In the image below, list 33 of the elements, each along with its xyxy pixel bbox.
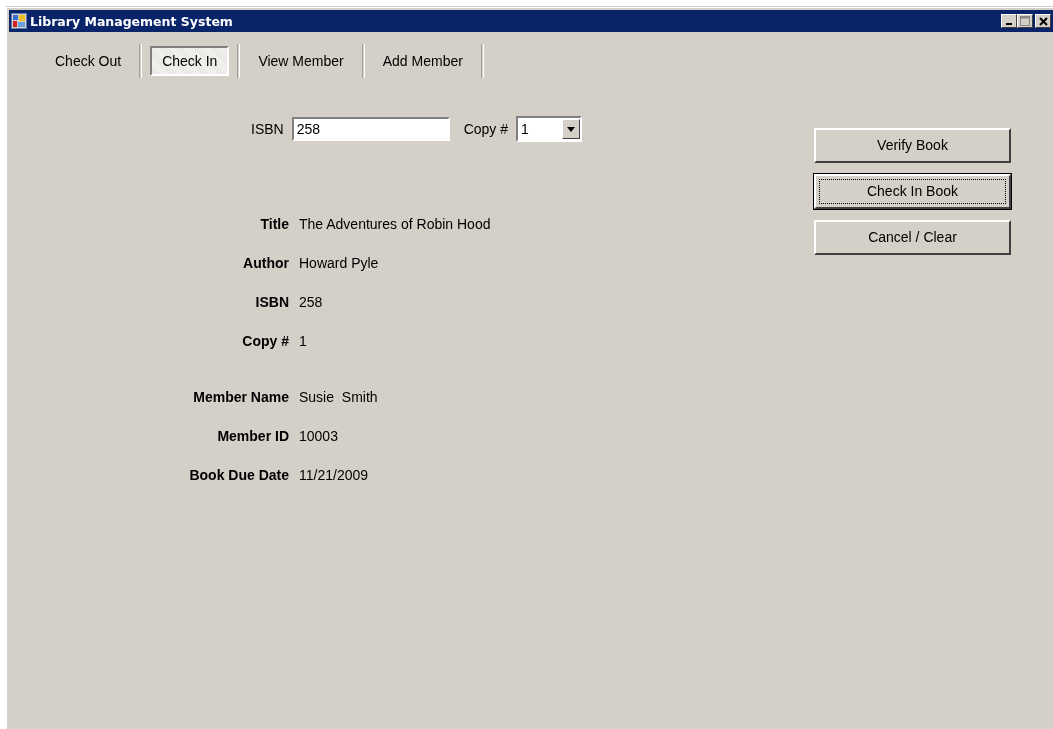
detail-value: 11/21/2009 (299, 466, 369, 483)
action-button[interactable]: Cancel / Clear (814, 220, 1011, 255)
detail-value: 1 (299, 332, 307, 349)
detail-value: 10003 (299, 427, 338, 444)
detail-label: Member Name (192, 388, 289, 405)
maximize-icon (1020, 16, 1030, 26)
detail-value: The Adventures of Robin Hood (299, 215, 491, 232)
tab[interactable]: Check Out (45, 46, 132, 76)
detail-label: Book Due Date (188, 466, 289, 483)
window-title: Library Management System (30, 13, 234, 29)
tab[interactable]: Check In (150, 46, 230, 76)
detail-label: Copy # (241, 332, 289, 349)
maximize-button[interactable] (1017, 14, 1033, 28)
minimize-button[interactable] (1001, 14, 1017, 28)
detail-label: Title (259, 215, 289, 232)
app-icon (11, 13, 27, 29)
detail-value: Susie Smith (299, 388, 378, 405)
detail-label: Member ID (216, 427, 289, 444)
close-icon (1038, 16, 1048, 26)
tab[interactable]: Add Member (372, 46, 473, 76)
field-label: Copy # (463, 121, 509, 137)
detail-label: ISBN (254, 293, 289, 310)
action-button[interactable]: Verify Book (814, 128, 1011, 163)
copy-dropdown[interactable]: 1 (516, 116, 583, 142)
detail-value: 258 (299, 293, 323, 310)
action-button[interactable]: Check In Book (814, 174, 1011, 209)
detail-value: Howard Pyle (299, 254, 379, 271)
close-button[interactable] (1035, 14, 1051, 28)
tab[interactable]: View Member (248, 46, 354, 76)
field-label: ISBN (251, 121, 284, 137)
caret-icon (567, 126, 576, 132)
isbn-field[interactable]: 258 (291, 117, 450, 141)
detail-label: Author (242, 254, 289, 271)
